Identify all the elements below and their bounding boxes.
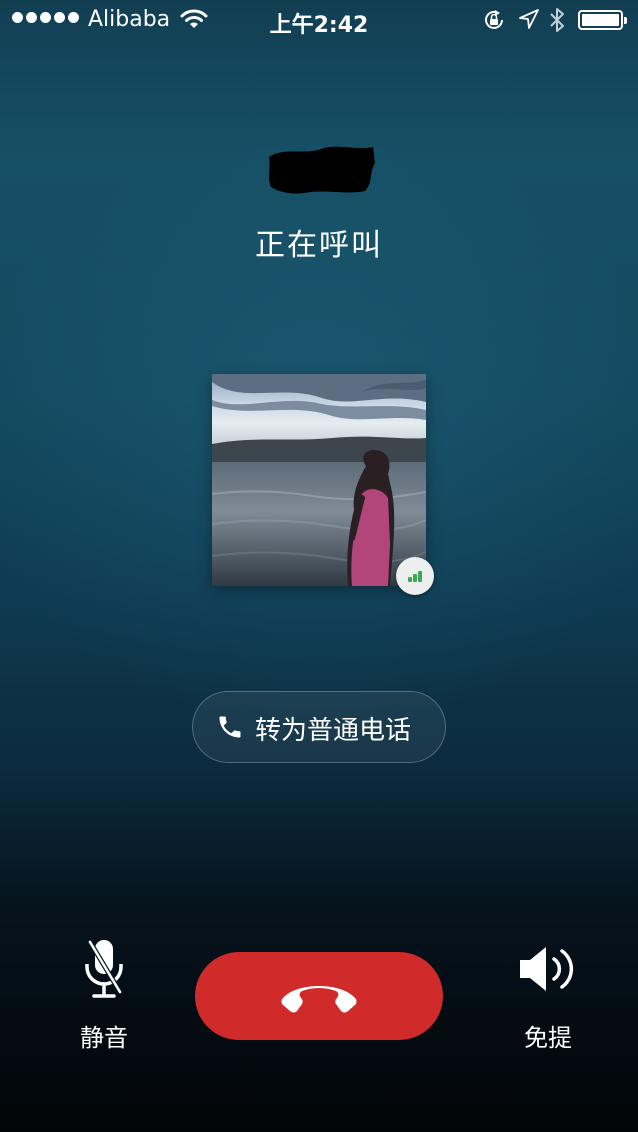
contact-avatar [212,374,426,586]
rotation-lock-icon [485,10,503,29]
phone-icon [219,716,241,738]
mute-label: 静音 [80,1024,128,1052]
hang-up-button[interactable] [195,952,443,1040]
location-arrow-icon [519,9,539,29]
call-quality-indicator [396,557,434,595]
battery-icon [578,10,627,30]
call-status-text: 正在呼叫 [255,228,383,263]
mute-microphone-icon[interactable] [82,938,126,1002]
redacted-caller-name [269,146,375,194]
bluetooth-icon [550,8,564,32]
speaker-label: 免提 [524,1024,572,1052]
switch-to-phone-call-button[interactable]: 转为普通电话 [192,691,446,763]
hang-up-phone-icon [281,986,357,1013]
status-bar: Alibaba 上午2:42 [0,0,638,40]
battery-fill [582,14,619,26]
speaker-icon[interactable] [516,944,578,994]
status-time: 上午2:42 [269,13,369,38]
switch-to-phone-call-label: 转为普通电话 [255,716,412,746]
